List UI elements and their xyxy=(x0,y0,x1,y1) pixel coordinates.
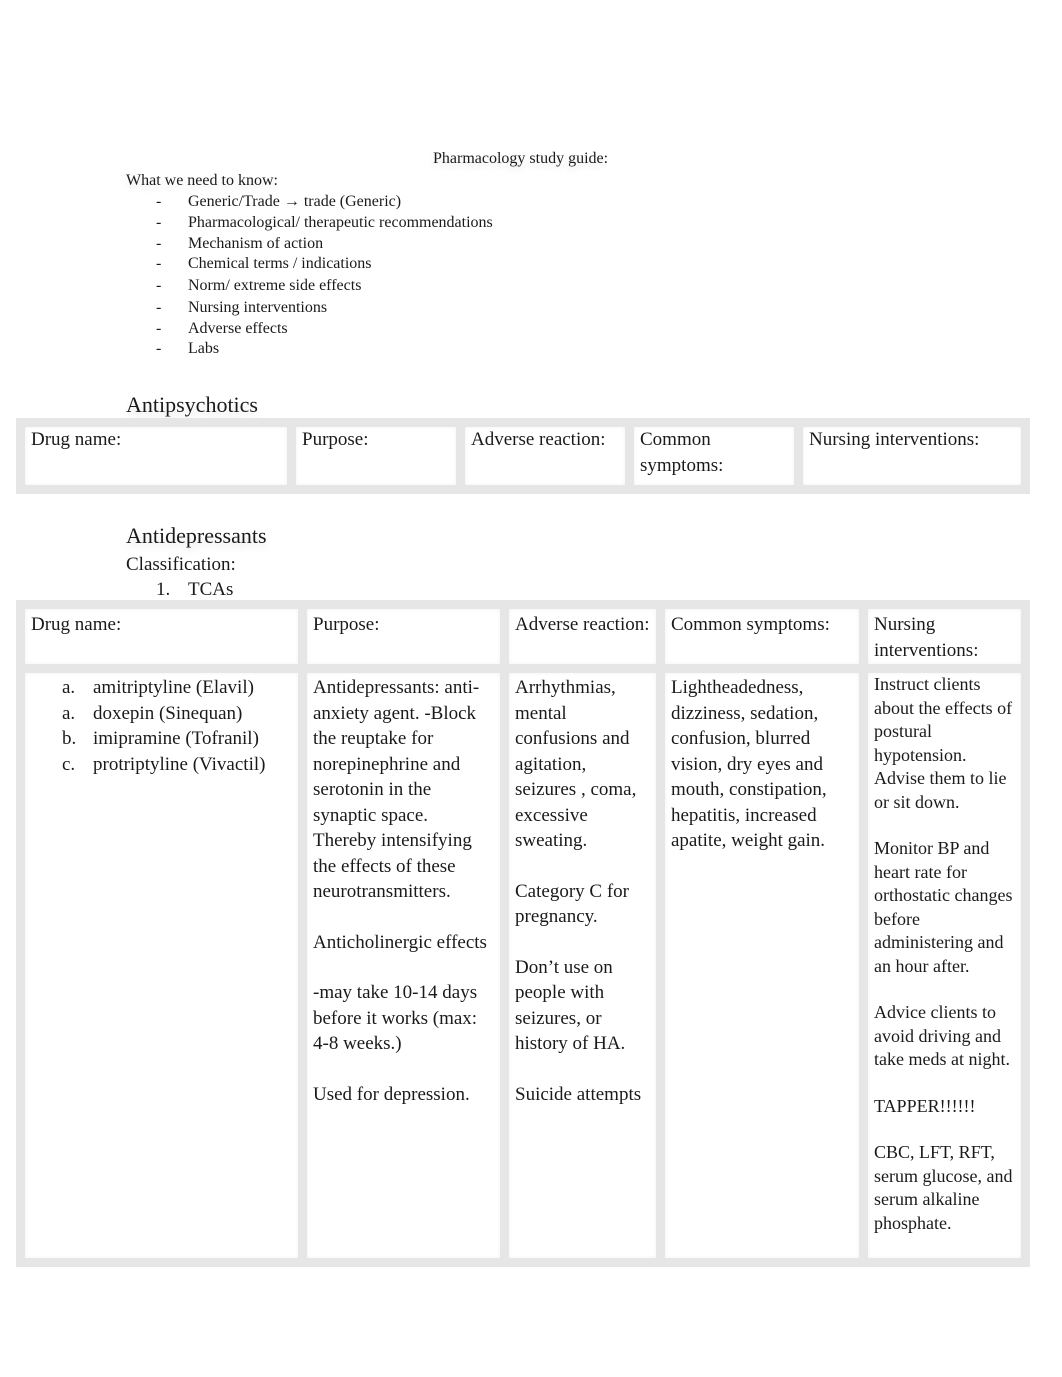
header-common-symptoms: Common symptoms: xyxy=(665,600,868,673)
symptoms-paragraph: Lightheadedness, dizziness, sedation, co… xyxy=(671,677,827,851)
list-item-text: Adverse effects xyxy=(188,320,288,337)
nursing-paragraph: Monitor BP and heart rate for orthostati… xyxy=(874,838,1013,976)
dash-bullet: - xyxy=(156,299,162,316)
classification-text: TCAs xyxy=(188,579,234,600)
adverse-paragraph: Arrhythmias, mental confusions and agita… xyxy=(515,677,637,851)
dash-bullet: - xyxy=(156,214,162,231)
nursing-paragraph: Advice clients to avoid driving and take… xyxy=(874,1002,1010,1069)
cell-common-symptoms: Lightheadedness, dizziness, sedation, co… xyxy=(665,673,868,1267)
header-drug-name: Drug name: xyxy=(16,600,307,673)
list-item: b. imipramine (Tofranil) xyxy=(62,726,292,752)
adverse-paragraph: Suicide attempts xyxy=(515,1083,642,1105)
list-item: - Mechanism of action xyxy=(0,234,700,254)
table-header-row: Drug name: Purpose: Adverse reaction: Co… xyxy=(16,600,1030,673)
list-item-text: Mechanism of action xyxy=(188,235,324,252)
list-item-text: Chemical terms / indications xyxy=(188,255,372,272)
header-drug-name: Drug name: xyxy=(16,418,296,494)
nursing-paragraph: Instruct clients about the effects of po… xyxy=(874,674,1013,812)
header-adverse-reaction: Adverse reaction: xyxy=(509,600,665,673)
header-purpose: Purpose: xyxy=(307,600,509,673)
purpose-paragraph: Used for depression. xyxy=(313,1083,470,1105)
list-item: c. protriptyline (Vivactil) xyxy=(62,752,292,778)
list-item: - Adverse effects xyxy=(0,319,700,339)
list-item-text: Labs xyxy=(188,340,220,357)
document-title: Pharmacology study guide: xyxy=(433,150,609,167)
dash-bullet: - xyxy=(156,320,162,337)
need-to-know-heading: What we need to know: xyxy=(126,172,278,189)
header-nursing-interventions: Nursing interventions: xyxy=(803,418,1030,494)
cell-nursing-interventions: Instruct clients about the effects of po… xyxy=(868,673,1030,1267)
dash-bullet: - xyxy=(156,255,162,272)
adverse-paragraph: Don’t use on people with seizures, or hi… xyxy=(515,956,626,1055)
header-adverse-reaction: Adverse reaction: xyxy=(465,418,634,494)
purpose-paragraph: -may take 10-14 days before it works (ma… xyxy=(313,982,478,1054)
purpose-paragraph: Antidepressants: anti-anxiety agent. -Bl… xyxy=(313,677,480,902)
cell-drug-names: a. amitriptyline (Elavil) a. doxepin (Sine… xyxy=(16,673,307,1267)
header-common-symptoms: Common symptoms: xyxy=(634,418,803,494)
list-item: - Nursing interventions xyxy=(0,298,700,319)
list-item: - Norm/ extreme side effects xyxy=(0,276,700,298)
dash-bullet: - xyxy=(156,235,162,252)
section-heading-antidepressants: Antidepressants xyxy=(126,523,267,548)
classification-item: 1. TCAs xyxy=(156,578,233,602)
dash-bullet: - xyxy=(156,277,162,294)
purpose-paragraph: Anticholinergic effects xyxy=(313,931,487,953)
need-to-know-list: - Generic/Trade → trade (Generic) - Pharma… xyxy=(0,192,700,360)
list-item-text: Pharmacological/ therapeutic recommendat… xyxy=(188,214,493,231)
list-marker: a. xyxy=(62,677,76,698)
header-purpose: Purpose: xyxy=(296,418,465,494)
drug-name: doxepin (Sinequan) xyxy=(93,702,243,724)
classification-number: 1. xyxy=(156,579,171,600)
nursing-paragraph: TAPPER!!!!!! xyxy=(874,1095,976,1116)
table-header-row: Drug name: Purpose: Adverse reaction: Co… xyxy=(16,418,1030,494)
list-item: a. doxepin (Sinequan) xyxy=(62,701,292,727)
list-marker: b. xyxy=(62,728,77,749)
drug-list: a. amitriptyline (Elavil) a. doxepin (Sine… xyxy=(62,675,292,777)
list-item: - Pharmacological/ therapeutic recommenda… xyxy=(0,213,700,234)
cell-purpose: Antidepressants: anti-anxiety agent. -Bl… xyxy=(307,673,509,1267)
antipsychotics-table: Drug name: Purpose: Adverse reaction: Co… xyxy=(16,418,1030,494)
list-item: - Chemical terms / indications xyxy=(0,254,700,276)
list-item-text: Nursing interventions xyxy=(188,299,328,316)
list-item-text: Generic/Trade → trade (Generic) xyxy=(188,193,402,210)
list-item-text: Norm/ extreme side effects xyxy=(188,277,362,294)
list-item: a. amitriptyline (Elavil) xyxy=(62,675,292,701)
header-nursing-interventions: Nursing interventions: xyxy=(868,600,1030,673)
dash-bullet: - xyxy=(156,340,162,357)
list-marker: a. xyxy=(62,702,76,724)
drug-name: amitriptyline (Elavil) xyxy=(93,677,254,698)
list-item: - Labs xyxy=(0,339,700,360)
classification-label: Classification: xyxy=(126,554,236,575)
list-marker: c. xyxy=(62,753,76,775)
adverse-paragraph: Category C for pregnancy. xyxy=(515,880,629,928)
antidepressants-table: Drug name: Purpose: Adverse reaction: Co… xyxy=(16,600,1030,1267)
drug-name: protriptyline (Vivactil) xyxy=(93,753,266,775)
dash-bullet: - xyxy=(156,193,162,210)
section-heading-antipsychotics: Antipsychotics xyxy=(126,392,258,417)
list-item: - Generic/Trade → trade (Generic) xyxy=(0,192,700,213)
cell-adverse-reaction: Arrhythmias, mental confusions and agita… xyxy=(509,673,665,1267)
table-row: a. amitriptyline (Elavil) a. doxepin (Sine… xyxy=(16,673,1030,1267)
drug-name: imipramine (Tofranil) xyxy=(93,728,259,749)
nursing-paragraph: CBC, LFT, RFT, serum glucose, and serum … xyxy=(874,1142,1013,1233)
